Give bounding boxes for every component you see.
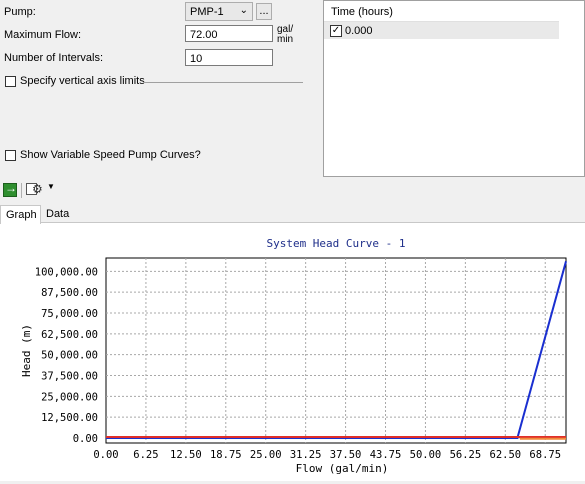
graph-panel: System Head Curve - 1 0.00 6.25 12.50 18.75 2… [0,222,585,481]
pump-browse-button[interactable]: ... [256,3,272,20]
chevron-down-icon: ▼ [47,182,55,191]
toolbar-separator [21,183,22,198]
chart-title: System Head Curve - 1 [266,237,405,250]
max-flow-label: Maximum Flow: [4,29,82,41]
chevron-down-icon: ⌄ [239,5,248,16]
x-tick-label: 68.75 [529,449,561,461]
x-tick-label: 18.75 [210,449,242,461]
tab-data-label: Data [46,208,70,220]
x-tick-label: 6.25 [133,449,158,461]
y-tick-label: 37,500.00 [41,371,98,383]
pump-select-value: PMP-1 [190,6,224,18]
y-tick-label: 87,500.00 [41,287,98,299]
x-tick-label: 50.00 [410,449,442,461]
plot-area [105,257,567,444]
y-tick-label: 50,000.00 [41,350,98,362]
y-tick-label: 62,500.00 [41,329,98,341]
time-list[interactable]: Time (hours) ✓ 0.000 [323,0,585,177]
pump-label: Pump: [4,6,36,18]
intervals-input[interactable]: 10 [185,49,273,66]
chart-options-button[interactable]: ⚙ ▼ [26,182,55,198]
gear-icon: ⚙ [32,182,43,196]
time-list-header-label: Time (hours) [331,6,393,18]
y-axis-title: Head (m) [20,324,33,377]
time-list-header: Time (hours) [324,1,559,22]
max-flow-unit: gal/min [277,24,294,45]
vertical-limits-label[interactable]: Specify vertical axis limits [20,75,145,87]
x-axis-title: Flow (gal/min) [296,462,389,475]
check-icon[interactable]: ✓ [330,25,342,37]
y-tick-label: 75,000.00 [41,308,98,320]
tab-data[interactable]: Data [41,205,77,223]
time-list-item-label: 0.000 [345,25,373,37]
intervals-value: 10 [190,53,203,65]
x-tick-label: 56.25 [450,449,482,461]
x-tick-label: 31.25 [290,449,322,461]
green-arrow-icon: → [5,181,17,195]
tab-graph[interactable]: Graph [0,205,41,224]
max-flow-value: 72.00 [190,29,218,41]
y-tick-label: 12,500.00 [41,412,98,424]
vertical-limits-divider [143,82,303,83]
x-tick-label: 37.50 [330,449,362,461]
system-head-chart: System Head Curve - 1 0.00 6.25 12.50 18.75 2… [20,237,567,475]
x-tick-label: 0.00 [93,449,118,461]
x-tick-label: 12.50 [170,449,202,461]
pump-select[interactable]: PMP-1 ⌄ [185,2,253,21]
browse-label: ... [259,5,269,17]
y-tick-label: 100,000.00 [35,266,98,278]
time-list-item[interactable]: ✓ 0.000 [324,22,559,39]
x-tick-label: 25.00 [250,449,282,461]
variable-speed-checkbox[interactable] [5,150,16,161]
x-tick-label: 43.75 [370,449,402,461]
variable-speed-label[interactable]: Show Variable Speed Pump Curves? [20,149,201,161]
max-flow-input[interactable]: 72.00 [185,25,273,42]
y-tick-label: 0.00 [73,433,98,445]
vertical-limits-checkbox[interactable] [5,76,16,87]
x-tick-label: 62.50 [490,449,522,461]
tab-graph-label: Graph [6,209,37,221]
intervals-label: Number of Intervals: [4,52,104,64]
y-tick-label: 25,000.00 [41,391,98,403]
run-button[interactable]: → [3,181,17,197]
